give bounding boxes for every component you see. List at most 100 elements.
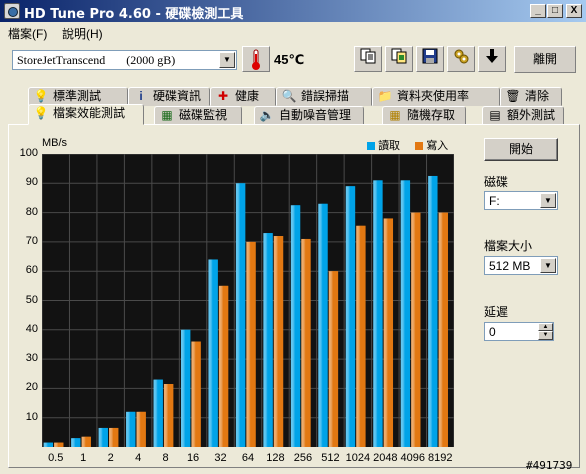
read-bar-shade-1024 [345, 186, 356, 448]
y-tick-label: 40 [25, 322, 38, 335]
delay-spinner[interactable]: 0 ▲ ▼ [484, 322, 554, 341]
y-tick-label: 30 [25, 352, 38, 365]
tab-random-access[interactable]: ▦ 隨機存取 [382, 106, 466, 125]
write-bar-shade-8 [163, 384, 174, 447]
file-size-value: 512 MB [489, 259, 531, 273]
info-icon: i [139, 89, 143, 103]
write-bar-shade-32 [218, 285, 229, 447]
read-bar-shade-1 [71, 438, 81, 447]
start-button[interactable]: 開始 [484, 138, 558, 161]
health-cross-icon: ✚ [217, 89, 229, 103]
read-bar-shade-16 [180, 329, 191, 447]
y-axis-unit: MB/s [42, 137, 68, 149]
tab-file-benchmark[interactable]: 💡 檔案效能測試 [28, 104, 144, 125]
write-bar-shade-512 [328, 271, 339, 447]
screenshot-id: #491739 [526, 459, 573, 472]
legend-read-swatch [367, 142, 375, 151]
tab-folder-usage[interactable]: 📁 資料夾使用率 [372, 87, 500, 106]
folder-icon: 📁 [377, 89, 393, 103]
write-bar-shade-2 [109, 427, 119, 447]
write-bar-shade-4 [136, 411, 146, 447]
chevron-down-icon[interactable]: ▼ [219, 52, 235, 68]
down-arrow-icon[interactable] [478, 46, 506, 72]
y-tick-label: 20 [25, 381, 38, 394]
copy-screenshot-icon[interactable] [385, 46, 413, 72]
read-bar-shade-64 [235, 183, 246, 448]
delay-label: 延遲 [484, 305, 509, 319]
magnifier-icon: 🔍 [281, 89, 297, 103]
tab-extra-tests[interactable]: ▤ 額外測試 [482, 106, 564, 125]
random-grid-icon: ▦ [389, 108, 401, 122]
read-bar-shade-256 [290, 205, 301, 447]
read-bar-shade-4 [126, 411, 136, 447]
speaker-icon: 🔈 [259, 108, 275, 122]
x-tick-label: 8192 [428, 452, 453, 464]
chevron-down-icon[interactable]: ▼ [540, 193, 556, 208]
trash-icon: 🗑 [505, 89, 521, 103]
lightbulb-icon: 💡 [33, 106, 49, 120]
title-bar[interactable]: HD Tune Pro 4.60 - 硬碟檢測工具 _ □ X [0, 0, 586, 22]
read-bar-shade-2048 [373, 180, 383, 447]
y-tick-label: 80 [25, 205, 38, 218]
tab-error-scan[interactable]: 🔍 錯誤掃描 [276, 87, 372, 106]
tab-disk-monitor[interactable]: ▦ 磁碟監視 [154, 106, 242, 125]
lightbulb-icon: 💡 [33, 89, 49, 103]
write-bar-shade-64 [246, 241, 256, 447]
disk-select[interactable]: F: ▼ [484, 191, 558, 210]
y-tick-label: 70 [25, 234, 38, 247]
y-tick-label: 10 [25, 410, 38, 423]
menu-help[interactable]: 說明(H) [62, 25, 103, 42]
write-bar-shade-128 [273, 236, 284, 447]
write-bar-shade-2048 [383, 218, 394, 447]
file-size-select[interactable]: 512 MB ▼ [484, 256, 558, 275]
read-bar-shade-4096 [400, 180, 411, 447]
write-bar-shade-256 [301, 238, 311, 447]
write-bar-shade-8192 [438, 212, 448, 447]
drive-select-value: StoreJetTranscend (2000 gB) [17, 53, 176, 67]
chevron-down-icon[interactable]: ▼ [540, 258, 556, 273]
options-icon[interactable] [447, 46, 475, 72]
read-bar-shade-32 [208, 259, 218, 447]
read-bar-shade-8192 [428, 175, 438, 447]
write-bar-shade-1024 [356, 225, 366, 447]
write-bar-shade-4096 [411, 212, 421, 447]
drive-select[interactable]: StoreJetTranscend (2000 gB) ▼ [12, 50, 237, 70]
tab-erase[interactable]: 🗑 清除 [500, 87, 562, 106]
tab-aam[interactable]: 🔈 自動噪音管理 [254, 106, 364, 125]
spin-up-icon[interactable]: ▲ [538, 323, 553, 331]
y-tick-label: 90 [25, 176, 38, 189]
legend-read-label: 讀取 [378, 140, 401, 152]
read-bar-shade-8 [153, 379, 163, 447]
disk-select-value: F: [489, 194, 500, 208]
write-bar-shade-16 [191, 341, 201, 447]
read-bar-shade-128 [263, 233, 273, 447]
window-title: HD Tune Pro 4.60 - 硬碟檢測工具 [24, 7, 244, 22]
exit-button[interactable]: 離開 [514, 46, 576, 73]
tab-health[interactable]: ✚ 健康 [210, 87, 276, 106]
close-button[interactable]: X [566, 4, 582, 18]
write-bar-shade-0.5 [54, 442, 64, 447]
spin-down-icon[interactable]: ▼ [538, 331, 553, 340]
read-bar-shade-0.5 [43, 442, 53, 447]
y-tick-label: 50 [25, 293, 38, 306]
file-size-label: 檔案大小 [484, 239, 533, 253]
read-bar-shade-512 [318, 203, 328, 447]
monitor-chart-icon: ▦ [161, 108, 173, 122]
delay-value: 0 [489, 325, 496, 339]
bar-chart [41, 153, 455, 448]
menu-bar: 檔案(F) 說明(H) [0, 22, 586, 42]
save-icon[interactable] [416, 46, 444, 72]
y-tick-label: 100 [19, 147, 38, 159]
extra-tests-icon: ▤ [489, 108, 501, 122]
copy-text-icon[interactable] [354, 46, 382, 72]
maximize-button[interactable]: □ [547, 4, 563, 18]
read-bar-shade-2 [98, 427, 108, 447]
menu-file[interactable]: 檔案(F) [8, 25, 47, 42]
legend-write-label: 寫入 [426, 140, 449, 152]
disk-label: 磁碟 [484, 175, 509, 189]
legend-write-swatch [415, 142, 424, 151]
temperature-readout: 45℃ [274, 52, 305, 67]
legend: 讀取 寫入 [367, 137, 448, 153]
y-tick-label: 60 [25, 264, 38, 277]
minimize-button[interactable]: _ [530, 4, 546, 18]
